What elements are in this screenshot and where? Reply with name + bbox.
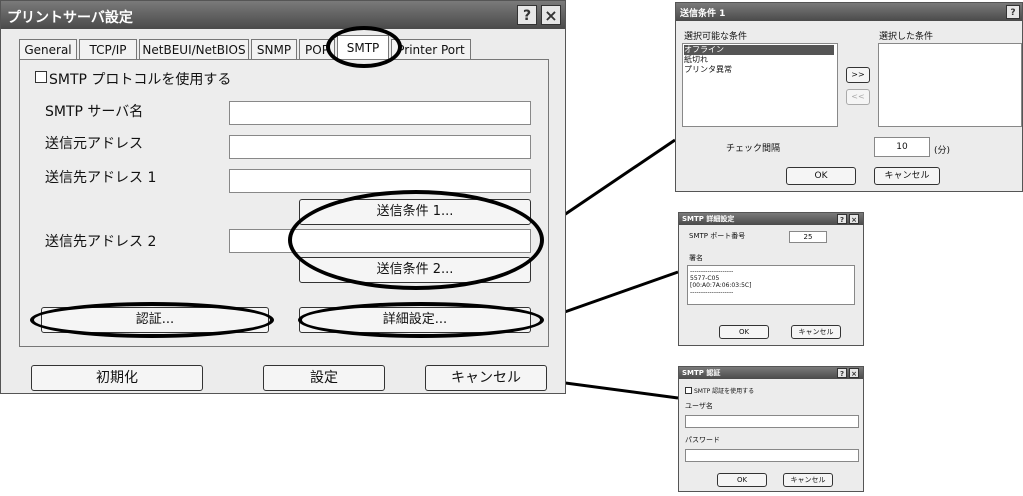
use-auth-label: SMTP 認証を使用する bbox=[694, 388, 755, 395]
detail-close-icon[interactable]: × bbox=[849, 214, 859, 224]
tab-netbeui[interactable]: NetBEUI/NetBIOS bbox=[139, 39, 249, 59]
smtp-port-label: SMTP ポート番号 bbox=[689, 232, 746, 240]
from-address-label: 送信元アドレス bbox=[45, 136, 143, 152]
tab-snmp[interactable]: SNMP bbox=[251, 39, 297, 59]
highlight-ellipse-smtp-tab bbox=[326, 26, 402, 68]
selected-conditions-label: 選択した条件 bbox=[879, 32, 934, 42]
signature-line: -------------------- bbox=[690, 268, 734, 275]
list-item[interactable]: プリンタ異常 bbox=[684, 65, 732, 75]
signature-line: -------------------- bbox=[690, 289, 734, 296]
tab-printer-port[interactable]: Printer Port bbox=[391, 39, 471, 59]
cond-ok-button[interactable]: OK bbox=[786, 167, 856, 185]
tab-tcpip[interactable]: TCP/IP bbox=[79, 39, 137, 59]
to-address-1-input[interactable] bbox=[229, 169, 531, 193]
signature-label: 署名 bbox=[689, 254, 703, 262]
close-icon[interactable]: × bbox=[541, 5, 561, 25]
password-input[interactable] bbox=[685, 449, 859, 462]
detail-title-bar[interactable]: SMTP 詳細設定 ? × bbox=[679, 213, 863, 225]
detail-help-icon[interactable]: ? bbox=[837, 214, 847, 224]
use-smtp-label: SMTP プロトコルを使用する bbox=[49, 72, 232, 88]
cond-help-icon[interactable]: ? bbox=[1006, 5, 1020, 19]
use-auth-checkbox[interactable] bbox=[685, 387, 692, 394]
smtp-port-input[interactable]: 25 bbox=[789, 231, 827, 243]
auth-title-bar[interactable]: SMTP 認証 ? × bbox=[679, 367, 863, 379]
highlight-ellipse-send-conditions bbox=[288, 190, 544, 290]
smtp-auth-dialog: SMTP 認証 ? × SMTP 認証を使用する ユーザ名 パスワード OK キ… bbox=[678, 366, 864, 492]
list-item[interactable]: 紙切れ bbox=[684, 55, 708, 65]
to-address-2-label: 送信先アドレス 2 bbox=[45, 234, 157, 250]
auth-cancel-button[interactable]: キャンセル bbox=[783, 473, 833, 487]
smtp-server-input[interactable] bbox=[229, 101, 531, 125]
highlight-ellipse-auth bbox=[30, 302, 274, 338]
highlight-ellipse-detail bbox=[298, 302, 544, 338]
username-label: ユーザ名 bbox=[685, 402, 713, 410]
auth-help-icon[interactable]: ? bbox=[837, 368, 847, 378]
auth-ok-button[interactable]: OK bbox=[717, 473, 767, 487]
detail-cancel-button[interactable]: キャンセル bbox=[791, 325, 841, 339]
use-smtp-checkbox[interactable] bbox=[35, 71, 47, 83]
detail-ok-button[interactable]: OK bbox=[719, 325, 769, 339]
smtp-server-label: SMTP サーバ名 bbox=[45, 104, 144, 120]
window-title: プリントサーバ設定 bbox=[7, 10, 133, 26]
signature-line: [00:A0:7A:06:03:5C] bbox=[690, 282, 752, 289]
signature-line: 5577-C05 bbox=[690, 275, 720, 282]
title-bar[interactable]: プリントサーバ設定 ? × bbox=[1, 1, 565, 29]
signature-textarea[interactable]: -------------------- 5577-C05 [00:A0:7A:… bbox=[687, 265, 855, 305]
smtp-detail-dialog: SMTP 詳細設定 ? × SMTP ポート番号 25 署名 ---------… bbox=[678, 212, 864, 346]
check-interval-label: チェック間隔 bbox=[726, 144, 781, 154]
to-address-1-label: 送信先アドレス 1 bbox=[45, 170, 157, 186]
remove-condition-button[interactable]: << bbox=[846, 89, 870, 105]
selected-conditions-list[interactable] bbox=[878, 43, 1022, 127]
initialize-button[interactable]: 初期化 bbox=[31, 365, 203, 391]
cond-cancel-button[interactable]: キャンセル bbox=[874, 167, 940, 185]
cond-title-bar[interactable]: 送信条件 1 ? bbox=[676, 3, 1022, 21]
interval-unit-label: (分) bbox=[934, 146, 951, 156]
send-condition-dialog: 送信条件 1 ? 選択可能な条件 選択した条件 オフライン 紙切れ プリンタ異常… bbox=[675, 2, 1023, 192]
list-item[interactable]: オフライン bbox=[684, 45, 834, 55]
username-input[interactable] bbox=[685, 415, 859, 428]
set-button[interactable]: 設定 bbox=[263, 365, 385, 391]
available-conditions-label: 選択可能な条件 bbox=[684, 32, 748, 42]
password-label: パスワード bbox=[685, 436, 720, 444]
from-address-input[interactable] bbox=[229, 135, 531, 159]
cancel-button[interactable]: キャンセル bbox=[425, 365, 547, 391]
tab-general[interactable]: General bbox=[19, 39, 77, 59]
detail-dialog-title: SMTP 詳細設定 bbox=[682, 215, 735, 223]
auth-dialog-title: SMTP 認証 bbox=[682, 369, 721, 377]
help-icon[interactable]: ? bbox=[517, 5, 537, 25]
add-condition-button[interactable]: >> bbox=[846, 67, 870, 83]
available-conditions-list[interactable]: オフライン 紙切れ プリンタ異常 bbox=[682, 43, 838, 127]
check-interval-input[interactable]: 10 bbox=[874, 137, 930, 157]
auth-close-icon[interactable]: × bbox=[849, 368, 859, 378]
cond-dialog-title: 送信条件 1 bbox=[680, 9, 726, 19]
